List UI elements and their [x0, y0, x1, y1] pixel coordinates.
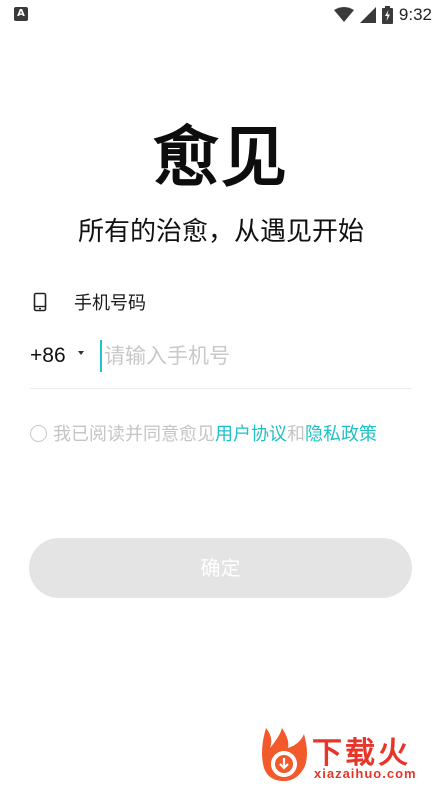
phone-number-input[interactable] — [104, 338, 404, 374]
status-bar: A 9:32 — [0, 0, 442, 30]
battery-charging-icon — [381, 6, 393, 24]
flame-logo-icon — [262, 728, 307, 782]
phone-label: 手机号码 — [74, 293, 146, 314]
agreement-checkbox[interactable] — [30, 424, 47, 442]
user-agreement-link[interactable]: 用户协议 — [215, 420, 287, 446]
watermark: 下载火 xiazaihuo.com — [260, 726, 440, 784]
country-code-selector[interactable]: +86 — [30, 344, 66, 368]
phone-label-row: 手机号码 — [32, 288, 146, 316]
watermark-latin: xiazaihuo.com — [314, 766, 417, 781]
cell-signal-icon — [359, 7, 376, 23]
agreement-row: 我已阅读并同意愈见 用户协议 和 隐私政策 — [30, 420, 377, 446]
agreement-conjunction: 和 — [287, 424, 305, 445]
app-title: 愈见 — [153, 119, 289, 196]
app-slogan: 所有的治愈，从遇见开始 — [77, 217, 364, 247]
wifi-icon — [333, 7, 354, 22]
chevron-down-icon[interactable] — [78, 351, 84, 355]
login-screen: A 9:32 愈见 所有的治愈，从遇见开始 手机号码 +86 请输入手机号 我已… — [0, 0, 442, 786]
phone-icon — [33, 292, 47, 312]
status-time: 9:32 — [398, 5, 432, 24]
confirm-button[interactable]: 确定 — [29, 538, 412, 598]
notification-badge-icon: A — [14, 7, 28, 21]
text-caret — [100, 340, 102, 372]
privacy-policy-link[interactable]: 隐私政策 — [305, 420, 377, 446]
status-icons: 9:32 — [333, 4, 432, 26]
agreement-prefix: 我已阅读并同意愈见 — [53, 424, 215, 445]
phone-input-row: +86 — [30, 336, 412, 389]
